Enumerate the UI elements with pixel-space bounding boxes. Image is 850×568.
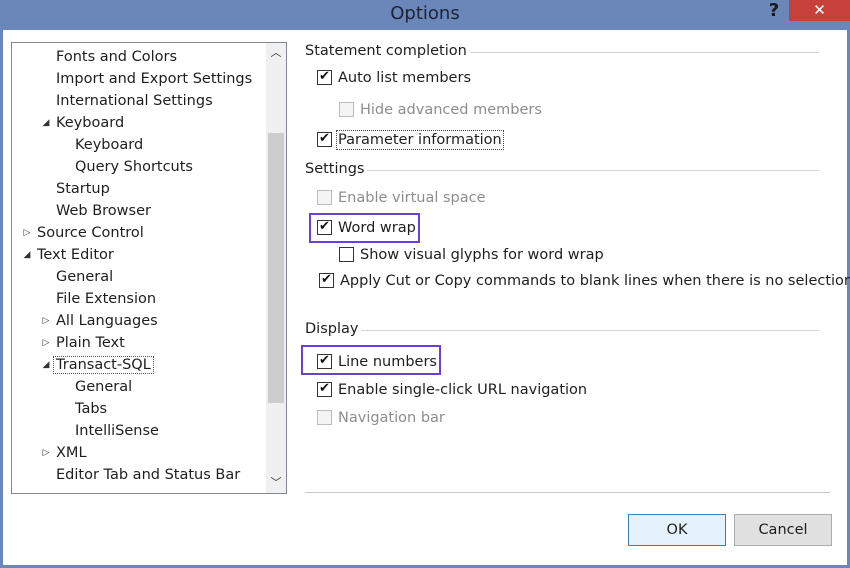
- checkbox-label: Line numbers: [338, 354, 437, 370]
- tree-item-label: International Settings: [56, 93, 213, 109]
- tree-item-label: Plain Text: [56, 335, 125, 351]
- tree-item-fonts-and-colors[interactable]: Fonts and Colors: [56, 46, 177, 68]
- group-divider: [363, 170, 819, 171]
- window-title: Options: [390, 3, 460, 24]
- tree-item-editor-tab-status-bar[interactable]: Editor Tab and Status Bar: [56, 464, 240, 486]
- tree-item-xml[interactable]: ▷ XML: [43, 442, 87, 464]
- scroll-thumb[interactable]: [268, 133, 284, 403]
- ok-button[interactable]: OK: [628, 514, 726, 546]
- tree-item-label: Web Browser: [56, 203, 151, 219]
- tree-item-label: Source Control: [37, 225, 144, 241]
- tree-item-tsql-general[interactable]: General: [75, 376, 132, 398]
- tree-item-tabs[interactable]: Tabs: [75, 398, 107, 420]
- tree-item-label: Editor Tab and Status Bar: [56, 467, 241, 483]
- dialog-client: Fonts and Colors Import and Export Setti…: [3, 30, 850, 565]
- checkbox-box[interactable]: [339, 102, 354, 117]
- group-divider: [359, 330, 819, 331]
- collapsed-arrow-icon[interactable]: ▷: [40, 442, 52, 464]
- tree-item-label: Keyboard: [56, 115, 125, 131]
- expanded-arrow-icon[interactable]: ◢: [40, 354, 52, 376]
- tree-item-file-extension[interactable]: File Extension: [56, 288, 156, 310]
- tree-item-label: Text Editor: [37, 247, 114, 263]
- group-statement-completion: Statement completion: [305, 43, 470, 59]
- checkbox-label: Apply Cut or Copy commands to blank line…: [340, 273, 850, 289]
- checkbox-label: Word wrap: [338, 220, 416, 236]
- bottom-divider: [305, 492, 830, 493]
- checkbox-label: Enable single-click URL navigation: [338, 382, 588, 398]
- close-button[interactable]: ✕: [789, 0, 850, 21]
- tree-item-label: Fonts and Colors: [56, 49, 178, 65]
- checkbox-box[interactable]: [317, 68, 332, 86]
- collapsed-arrow-icon[interactable]: ▷: [40, 332, 52, 354]
- checkbox-label: Auto list members: [338, 70, 471, 86]
- scroll-up-icon[interactable]: ︿: [266, 43, 286, 63]
- tree-item-general[interactable]: General: [56, 266, 113, 288]
- tree-item-label: Transact-SQL: [53, 356, 154, 374]
- cancel-button[interactable]: Cancel: [734, 514, 832, 546]
- tree-item-label: General: [75, 379, 133, 395]
- tree-item-label: XML: [56, 445, 87, 461]
- tree-item-all-languages[interactable]: ▷ All Languages: [43, 310, 158, 332]
- checkbox-label: Hide advanced members: [360, 102, 542, 118]
- tree-item-transact-sql[interactable]: ◢ Transact-SQL: [43, 354, 154, 376]
- checkbox-label: Parameter information: [336, 130, 504, 150]
- group-divider: [455, 52, 819, 53]
- checkbox-box[interactable]: [317, 410, 332, 425]
- group-settings: Settings: [305, 161, 368, 177]
- tree-item-label: Startup: [56, 181, 110, 197]
- tree-item-text-editor[interactable]: ◢ Text Editor: [24, 244, 114, 266]
- tree-item-label: Import and Export Settings: [56, 71, 253, 87]
- checkbox-box[interactable]: [339, 247, 354, 262]
- tree-item-label: IntelliSense: [75, 423, 159, 439]
- checkbox-label: Show visual glyphs for word wrap: [360, 247, 604, 263]
- expanded-arrow-icon[interactable]: ◢: [21, 244, 33, 266]
- tree-item-import-export[interactable]: Import and Export Settings: [56, 68, 252, 90]
- tree-item-international[interactable]: International Settings: [56, 90, 213, 112]
- title-bar: Options ? ✕: [0, 0, 850, 30]
- group-display: Display: [305, 321, 362, 337]
- options-dialog: Options ? ✕ Fonts and Colors Import and …: [0, 0, 850, 568]
- tree-item-web-browser[interactable]: Web Browser: [56, 200, 151, 222]
- tree-item-keyboard-child[interactable]: Keyboard: [75, 134, 143, 156]
- checkbox-box[interactable]: [317, 218, 332, 236]
- tree-item-label: All Languages: [56, 313, 158, 329]
- help-button[interactable]: ?: [762, 0, 786, 24]
- checkbox-box[interactable]: [319, 271, 334, 289]
- checkbox-label: Enable virtual space: [338, 190, 486, 206]
- checkbox-label: Navigation bar: [338, 410, 445, 426]
- tree-item-label: Keyboard: [75, 137, 144, 153]
- scroll-down-icon[interactable]: ﹀: [266, 473, 286, 493]
- collapsed-arrow-icon[interactable]: ▷: [40, 310, 52, 332]
- collapsed-arrow-icon[interactable]: ▷: [21, 222, 33, 244]
- tree-item-label: Query Shortcuts: [75, 159, 193, 175]
- tree-item-startup[interactable]: Startup: [56, 178, 110, 200]
- tree-item-plain-text[interactable]: ▷ Plain Text: [43, 332, 125, 354]
- checkbox-box[interactable]: [317, 380, 332, 398]
- tree-item-label: File Extension: [56, 291, 157, 307]
- tree-scrollbar[interactable]: ︿ ﹀: [266, 43, 286, 493]
- checkbox-box[interactable]: [317, 352, 332, 370]
- tree-item-label: General: [56, 269, 114, 285]
- checkbox-box[interactable]: [317, 190, 332, 205]
- tree-item-query-shortcuts[interactable]: Query Shortcuts: [75, 156, 193, 178]
- options-tree[interactable]: Fonts and Colors Import and Export Setti…: [11, 42, 287, 494]
- tree-item-label: Tabs: [75, 401, 108, 417]
- expanded-arrow-icon[interactable]: ◢: [40, 112, 52, 134]
- tree-item-source-control[interactable]: ▷ Source Control: [24, 222, 144, 244]
- tree-item-intellisense[interactable]: IntelliSense: [75, 420, 159, 442]
- checkbox-box[interactable]: [317, 130, 332, 148]
- tree-item-keyboard[interactable]: ◢ Keyboard: [43, 112, 125, 134]
